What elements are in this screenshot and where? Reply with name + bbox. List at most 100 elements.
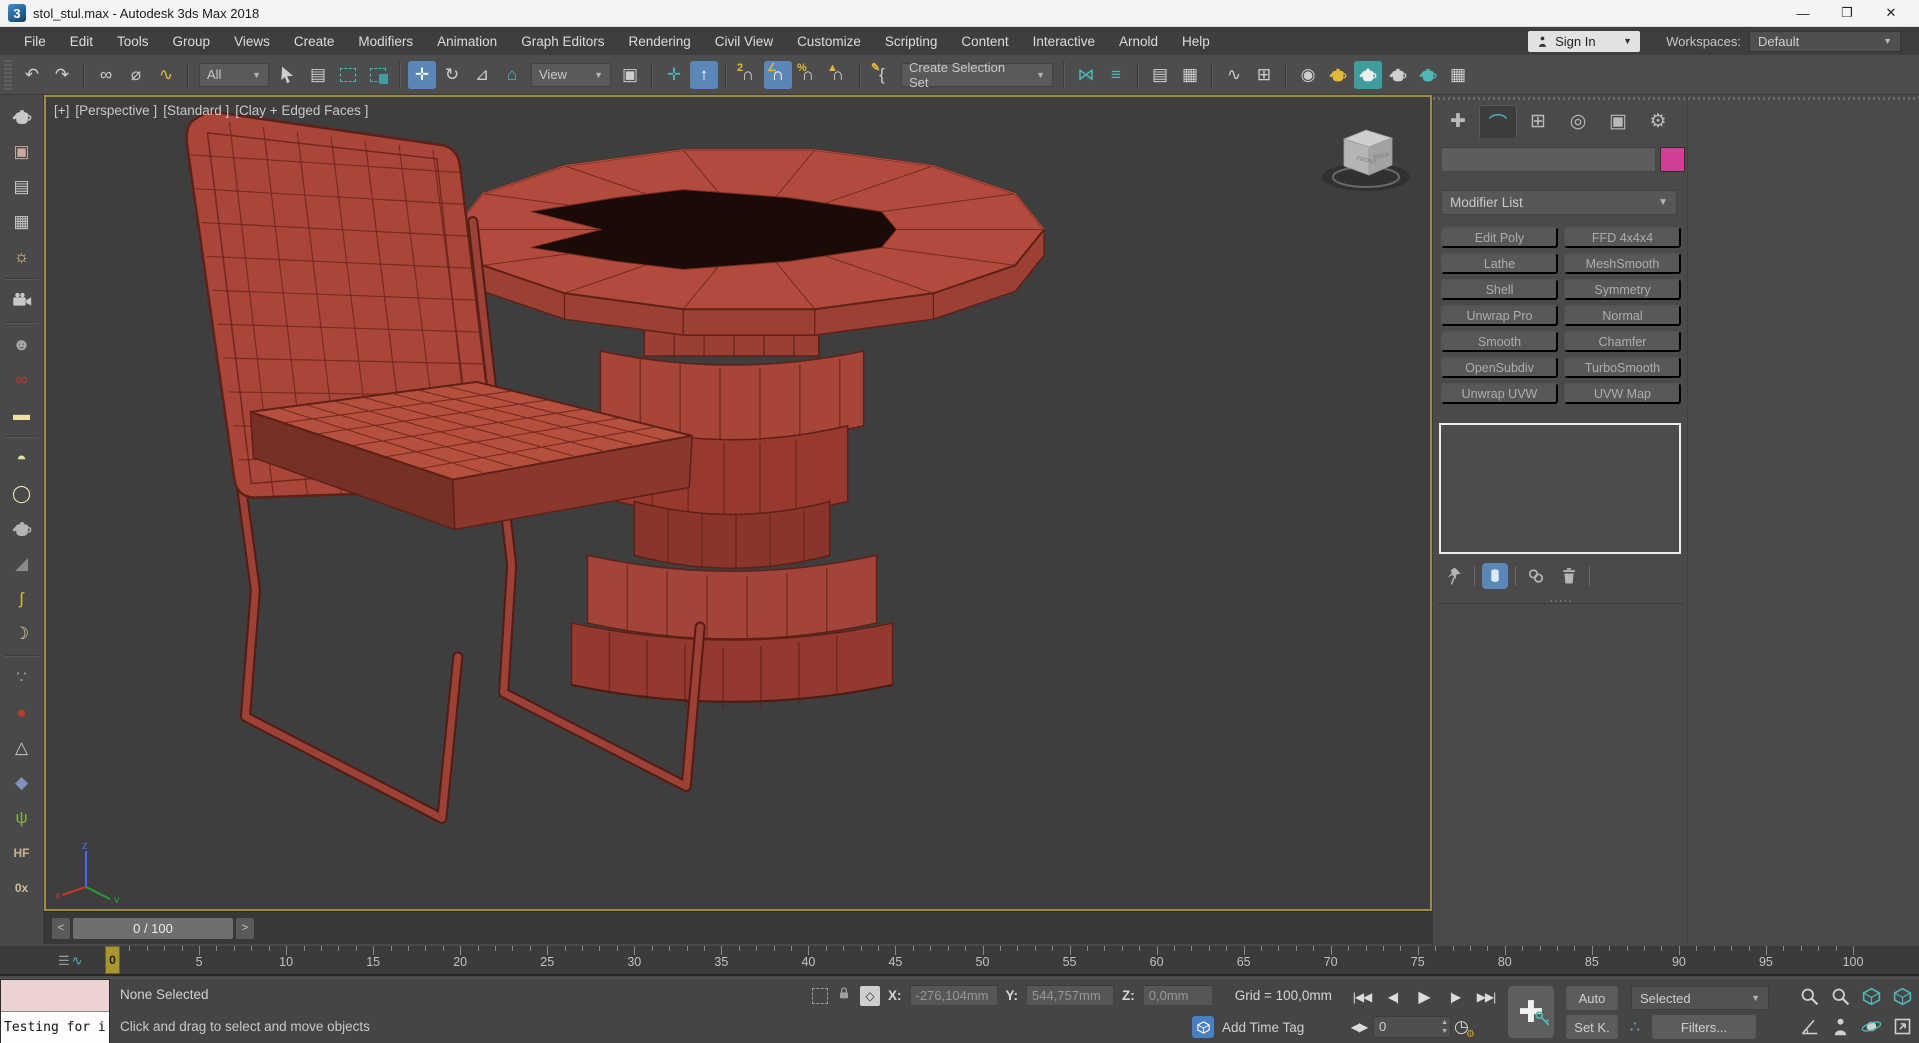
rendered-frame-window-icon[interactable] — [1354, 60, 1382, 89]
rollout-separator[interactable] — [1437, 603, 1685, 604]
set-key-button[interactable]: Set K. — [1566, 1015, 1618, 1039]
orbit-icon[interactable] — [1856, 1012, 1886, 1041]
play-button[interactable]: ▶ — [1410, 984, 1438, 1009]
create-selection-set-dropdown[interactable]: Create Selection Set ▼ — [901, 60, 1053, 90]
listener-script-row[interactable]: Testing for i — [1, 1012, 109, 1043]
undo-icon[interactable]: ↶ — [18, 61, 46, 89]
modifier-button-symmetry[interactable]: Symmetry — [1564, 279, 1681, 300]
menu-edit[interactable]: Edit — [58, 30, 105, 53]
render-in-cloud-icon[interactable] — [1414, 61, 1442, 89]
moon-icon[interactable]: ☽ — [7, 620, 37, 648]
viewport-menu-renderer[interactable]: [Standard ] — [163, 103, 229, 118]
previous-frame-button[interactable]: ◀| — [1379, 984, 1407, 1009]
spinner-snap-toggle-icon[interactable]: ∩ ▲ — [824, 61, 852, 89]
mini-curve-editor-button[interactable]: ☰ ∿ — [58, 951, 102, 971]
rectangular-selection-region-icon[interactable] — [334, 61, 362, 89]
hand-hf-icon[interactable]: HF — [7, 839, 37, 867]
maxscript-mini-listener[interactable]: Testing for i — [0, 979, 110, 1043]
spinner-icon[interactable]: ▲ ▼ — [1441, 1018, 1448, 1036]
3d-scene[interactable] — [46, 97, 1430, 909]
viewport-menu-pov[interactable]: [Perspective ] — [75, 103, 157, 118]
zoom-extents-icon[interactable] — [1856, 982, 1886, 1011]
viewport-menu-general[interactable]: [+] — [54, 103, 69, 118]
view-cube[interactable]: FRONT BACK — [1316, 111, 1416, 201]
plane-grid-icon[interactable]: △ — [7, 734, 37, 762]
unlink-selection-icon[interactable]: ⌀ — [122, 61, 150, 89]
plane-light-icon[interactable]: ▬ — [7, 401, 37, 429]
close-button[interactable]: ✕ — [1869, 0, 1913, 26]
menu-rendering[interactable]: Rendering — [617, 30, 703, 53]
menu-file[interactable]: File — [12, 30, 58, 53]
reference-coordinate-system-dropdown[interactable]: View ▼ — [531, 62, 611, 87]
sign-in-button[interactable]: Sign In ▼ — [1528, 30, 1641, 52]
perspective-viewport[interactable]: [+] [Perspective ] [Standard ] [Clay + E… — [44, 95, 1432, 911]
key-mode-toggle-button[interactable]: ◀▶ — [1348, 1014, 1370, 1039]
disc-light-icon[interactable]: ◯ — [7, 480, 37, 508]
current-frame-marker[interactable]: 0 — [105, 946, 120, 974]
menu-help[interactable]: Help — [1170, 30, 1222, 53]
curve-editor-icon[interactable]: ∿ — [1220, 61, 1248, 89]
modifier-button-meshsmooth[interactable]: MeshSmooth — [1564, 253, 1681, 274]
key-filters-icon[interactable]: ∴ — [1621, 1017, 1649, 1037]
walk-through-icon[interactable] — [1825, 1012, 1855, 1041]
keyboard-shortcut-override-icon[interactable]: ↑ — [690, 60, 718, 89]
menu-civil-view[interactable]: Civil View — [703, 30, 785, 53]
modifier-button-smooth[interactable]: Smooth — [1441, 331, 1558, 352]
select-and-manipulate-icon[interactable]: ✛ — [660, 61, 688, 89]
modifier-button-lathe[interactable]: Lathe — [1441, 253, 1558, 274]
modifier-button-turbosmooth[interactable]: TurboSmooth — [1564, 357, 1681, 378]
camera-icon[interactable] — [7, 287, 37, 315]
motion-tab[interactable]: ◎ — [1559, 105, 1597, 138]
sphere-icon[interactable]: ● — [7, 699, 37, 727]
lips-icon[interactable]: ∞ — [7, 366, 37, 394]
hierarchy-tab[interactable]: ⊞ — [1519, 105, 1557, 138]
select-and-move-icon[interactable]: ✛ — [408, 60, 436, 89]
restore-button[interactable]: ❐ — [1825, 0, 1869, 26]
rock-icon[interactable]: ◆ — [7, 769, 37, 797]
toolbar-grip[interactable] — [4, 59, 12, 90]
y-coordinate-field[interactable]: 544,757mm — [1026, 985, 1114, 1006]
particles-icon[interactable]: ∵ — [7, 664, 37, 692]
zoom-all-icon[interactable] — [1825, 982, 1855, 1011]
select-object-icon[interactable] — [274, 61, 302, 89]
show-end-result-icon[interactable] — [1482, 563, 1508, 589]
make-unique-icon[interactable] — [1523, 563, 1549, 589]
add-time-tag-button[interactable]: Add Time Tag — [1222, 1020, 1304, 1035]
pin-stack-icon[interactable] — [1441, 563, 1467, 589]
create-tab[interactable]: ✚ — [1439, 105, 1477, 138]
select-and-rotate-icon[interactable]: ↻ — [438, 61, 466, 89]
menu-content[interactable]: Content — [949, 30, 1020, 53]
configure-modifier-sets-icon[interactable] — [1597, 563, 1623, 589]
go-to-start-button[interactable]: |◀◀ — [1348, 984, 1376, 1009]
z-coordinate-field[interactable]: 0,0mm — [1142, 985, 1213, 1006]
time-slider[interactable]: < 0 / 100 > — [44, 911, 1432, 944]
modifier-stack-list[interactable] — [1439, 423, 1681, 554]
field-of-view-icon[interactable] — [1794, 1012, 1824, 1041]
menu-interactive[interactable]: Interactive — [1021, 30, 1107, 53]
toggle-layer-explorer-icon[interactable]: ▦ — [1176, 61, 1204, 89]
filters-button[interactable]: Filters... — [1652, 1015, 1756, 1039]
select-by-name-icon[interactable]: ▤ — [304, 61, 332, 89]
redo-icon[interactable]: ↷ — [48, 61, 76, 89]
menu-tools[interactable]: Tools — [105, 30, 161, 53]
dome-light-icon[interactable]: ◓ — [7, 445, 37, 473]
rendered-image-icon[interactable]: ▣ — [7, 138, 37, 166]
x-coordinate-field[interactable]: -276,104mm — [909, 985, 998, 1006]
menu-customize[interactable]: Customize — [785, 30, 873, 53]
object-color-swatch[interactable] — [1660, 147, 1685, 172]
zoom-extents-all-icon[interactable] — [1887, 982, 1917, 1011]
menu-create[interactable]: Create — [282, 30, 347, 53]
schematic-view-icon[interactable]: ⊞ — [1250, 61, 1278, 89]
percent-snap-toggle-icon[interactable]: ∩% — [794, 61, 822, 89]
set-keys-button[interactable]: ✚ — [1508, 986, 1554, 1038]
render-setup-icon[interactable] — [1324, 61, 1352, 89]
mirror-icon[interactable]: ⋈ — [1072, 61, 1100, 89]
current-frame-field[interactable]: 0 ▲ ▼ — [1373, 1015, 1451, 1038]
menu-modifiers[interactable]: Modifiers — [346, 30, 425, 53]
transform-gizmo-icon[interactable] — [812, 987, 828, 1004]
previous-frame-button[interactable]: < — [52, 917, 70, 939]
panel-drag-handle[interactable] — [1433, 97, 1919, 100]
modifier-button-chamfer[interactable]: Chamfer — [1564, 331, 1681, 352]
select-and-place-icon[interactable]: ⌂ — [498, 61, 526, 89]
render-teapot-icon[interactable] — [7, 103, 37, 131]
